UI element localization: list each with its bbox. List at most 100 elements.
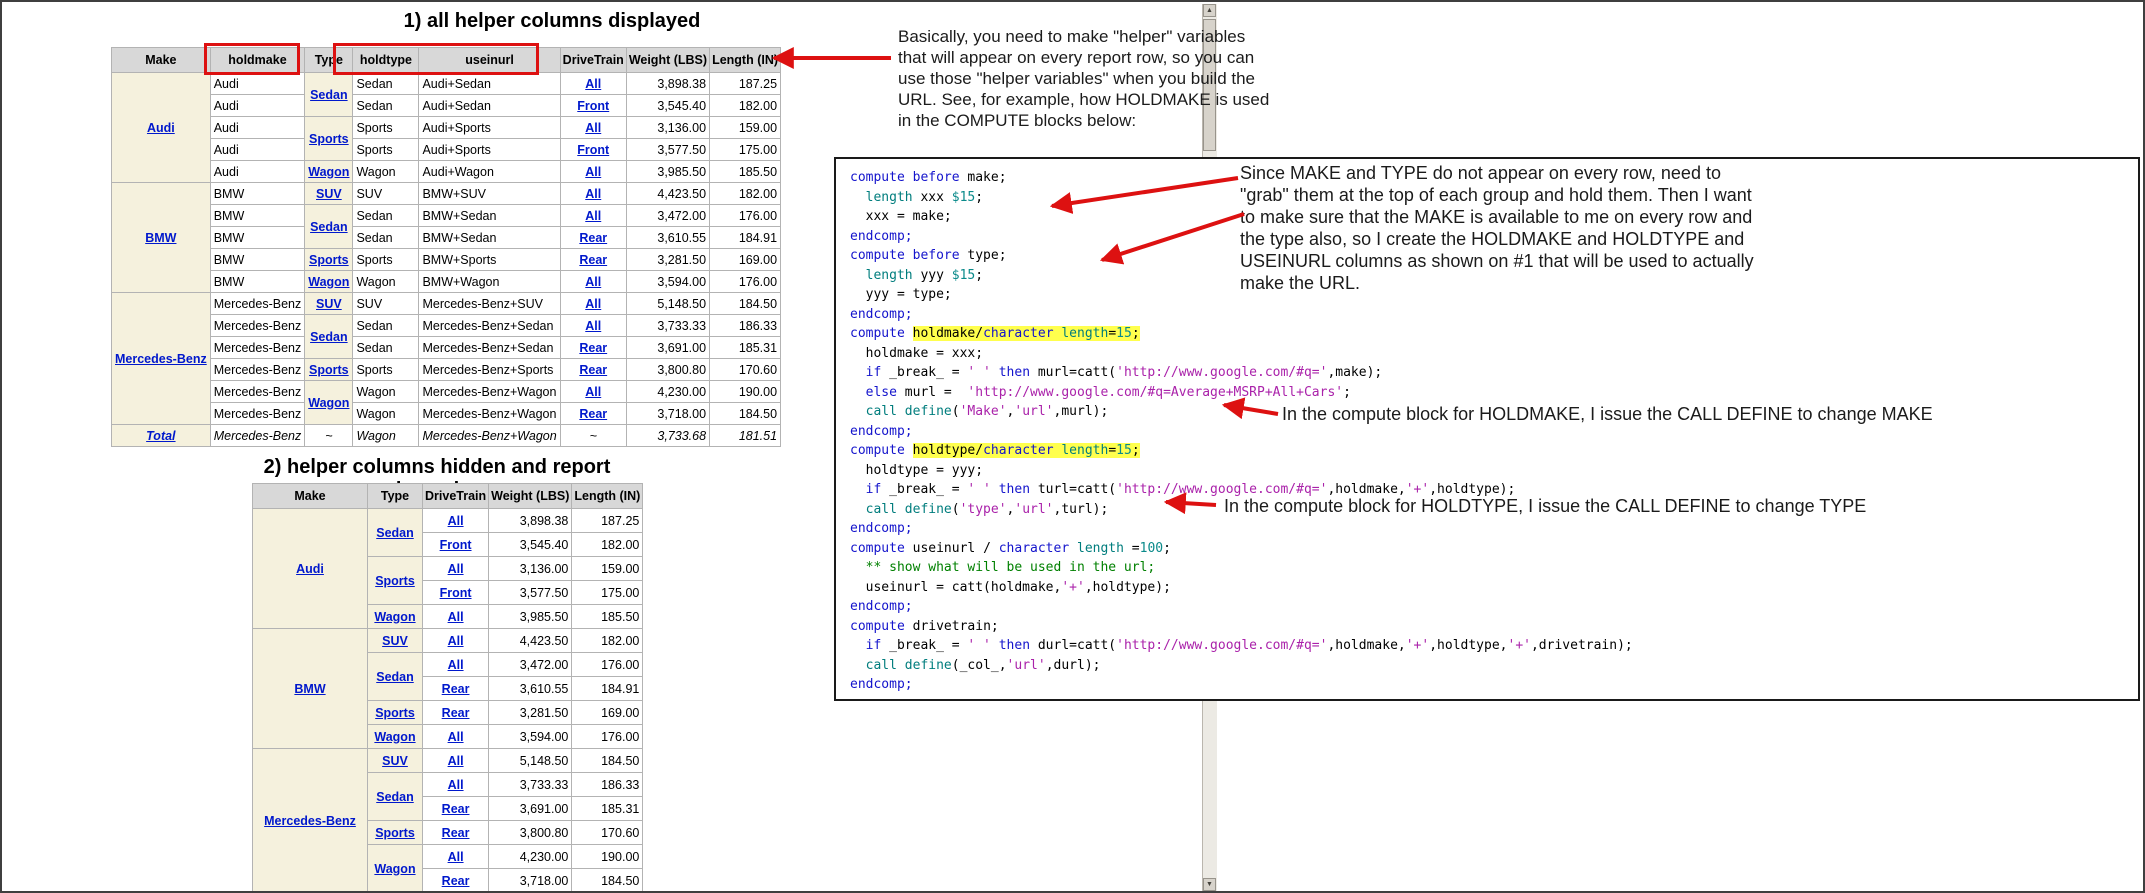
cell-link[interactable]: Rear xyxy=(442,706,470,720)
cell-link[interactable]: Sedan xyxy=(376,790,414,804)
table-cell[interactable]: Front xyxy=(559,94,627,117)
cell-link[interactable]: Audi xyxy=(147,121,175,135)
cell-link[interactable]: Rear xyxy=(442,682,470,696)
table-cell[interactable]: All xyxy=(559,204,627,227)
cell-link[interactable]: Mercedes-Benz xyxy=(264,814,356,828)
cell-link[interactable]: All xyxy=(585,385,601,399)
cell-link[interactable]: Wagon xyxy=(308,275,349,289)
table-cell[interactable]: Sedan xyxy=(304,314,354,359)
cell-link[interactable]: Audi xyxy=(296,562,324,576)
table-cell[interactable]: Rear xyxy=(421,796,490,821)
cell-link[interactable]: All xyxy=(448,778,464,792)
table-cell[interactable]: BMW xyxy=(111,182,211,293)
cell-link[interactable]: Mercedes-Benz xyxy=(115,352,207,366)
table-cell[interactable]: All xyxy=(421,604,490,629)
cell-link[interactable]: Sports xyxy=(309,132,349,146)
table-cell[interactable]: Sedan xyxy=(304,72,354,117)
cell-link[interactable]: SUV xyxy=(382,754,408,768)
table-cell[interactable]: SUV xyxy=(367,748,423,773)
cell-link[interactable]: All xyxy=(448,514,464,528)
cell-link[interactable]: Wagon xyxy=(374,610,415,624)
cell-link[interactable]: Front xyxy=(440,538,472,552)
cell-link[interactable]: All xyxy=(448,562,464,576)
cell-link[interactable]: Front xyxy=(577,143,609,157)
cell-link[interactable]: All xyxy=(585,319,601,333)
table-cell[interactable]: Sedan xyxy=(367,652,423,701)
table-cell[interactable]: BMW xyxy=(252,628,368,749)
cell-link[interactable]: Sedan xyxy=(376,526,414,540)
cell-link[interactable]: Total xyxy=(146,429,175,443)
cell-link[interactable]: BMW xyxy=(145,231,176,245)
table-cell[interactable]: All xyxy=(421,772,490,797)
table-cell[interactable]: Audi xyxy=(111,72,211,183)
table-cell[interactable]: All xyxy=(559,270,627,293)
table-cell[interactable]: All xyxy=(559,314,627,337)
table-cell[interactable]: Front xyxy=(421,532,490,557)
cell-link[interactable]: Wagon xyxy=(374,730,415,744)
table-cell[interactable]: Rear xyxy=(559,402,627,425)
table-cell[interactable]: All xyxy=(421,724,490,749)
table-cell[interactable]: Sports xyxy=(304,116,354,161)
table-cell[interactable]: SUV xyxy=(367,628,423,653)
table-cell[interactable]: Sedan xyxy=(367,772,423,821)
cell-link[interactable]: All xyxy=(448,850,464,864)
cell-link[interactable]: Rear xyxy=(579,253,607,267)
table-cell[interactable]: Wagon xyxy=(304,380,354,425)
table-cell[interactable]: Rear xyxy=(559,226,627,249)
cell-link[interactable]: All xyxy=(585,209,601,223)
table-cell[interactable]: All xyxy=(559,72,627,95)
cell-link[interactable]: Sports xyxy=(375,826,415,840)
cell-link[interactable]: All xyxy=(585,187,601,201)
table-cell[interactable]: Sports xyxy=(367,700,423,725)
table-cell[interactable]: Sports xyxy=(367,556,423,605)
cell-link[interactable]: Sports xyxy=(375,706,415,720)
cell-link[interactable]: Rear xyxy=(442,874,470,888)
table-cell[interactable]: SUV xyxy=(304,292,354,315)
table-cell[interactable]: Rear xyxy=(559,336,627,359)
table-cell[interactable]: Mercedes-Benz xyxy=(111,292,211,425)
cell-link[interactable]: Front xyxy=(577,99,609,113)
cell-link[interactable]: Rear xyxy=(579,407,607,421)
table-cell[interactable]: Wagon xyxy=(367,604,423,629)
table-cell[interactable]: All xyxy=(421,652,490,677)
cell-link[interactable]: All xyxy=(448,658,464,672)
cell-link[interactable]: All xyxy=(585,165,601,179)
table-cell[interactable]: Front xyxy=(559,138,627,161)
table-cell[interactable]: All xyxy=(421,508,490,533)
table-cell[interactable]: All xyxy=(559,116,627,139)
cell-link[interactable]: SUV xyxy=(382,634,408,648)
cell-link[interactable]: All xyxy=(448,754,464,768)
cell-link[interactable]: All xyxy=(585,297,601,311)
table-cell[interactable]: All xyxy=(421,628,490,653)
cell-link[interactable]: SUV xyxy=(316,297,342,311)
table-cell[interactable]: All xyxy=(421,556,490,581)
table-cell[interactable]: Rear xyxy=(421,676,490,701)
table-cell[interactable]: Mercedes-Benz xyxy=(252,748,368,891)
cell-link[interactable]: Wagon xyxy=(374,862,415,876)
table-cell[interactable]: All xyxy=(559,160,627,183)
table-cell[interactable]: All xyxy=(559,182,627,205)
table-cell[interactable]: Total xyxy=(111,424,211,447)
cell-link[interactable]: Wagon xyxy=(308,165,349,179)
cell-link[interactable]: Front xyxy=(440,586,472,600)
cell-link[interactable]: Sports xyxy=(309,363,349,377)
cell-link[interactable]: Rear xyxy=(442,802,470,816)
table-cell[interactable]: Sports xyxy=(304,248,354,271)
scroll-up-button[interactable]: ▲ xyxy=(1203,4,1216,17)
table-cell[interactable]: Wagon xyxy=(304,160,354,183)
table-cell[interactable]: Sports xyxy=(367,820,423,845)
table-cell[interactable]: Front xyxy=(421,580,490,605)
table-cell[interactable]: SUV xyxy=(304,182,354,205)
cell-link[interactable]: Rear xyxy=(579,363,607,377)
table-cell[interactable]: Rear xyxy=(559,248,627,271)
table-cell[interactable]: Wagon xyxy=(304,270,354,293)
table-cell[interactable]: All xyxy=(559,380,627,403)
table-cell[interactable]: Sports xyxy=(304,358,354,381)
scroll-down-button[interactable]: ▼ xyxy=(1203,878,1216,891)
cell-link[interactable]: Sports xyxy=(309,253,349,267)
cell-link[interactable]: All xyxy=(585,275,601,289)
cell-link[interactable]: All xyxy=(585,77,601,91)
cell-link[interactable]: All xyxy=(585,121,601,135)
table-cell[interactable]: Rear xyxy=(421,868,490,891)
table-cell[interactable]: Sedan xyxy=(367,508,423,557)
